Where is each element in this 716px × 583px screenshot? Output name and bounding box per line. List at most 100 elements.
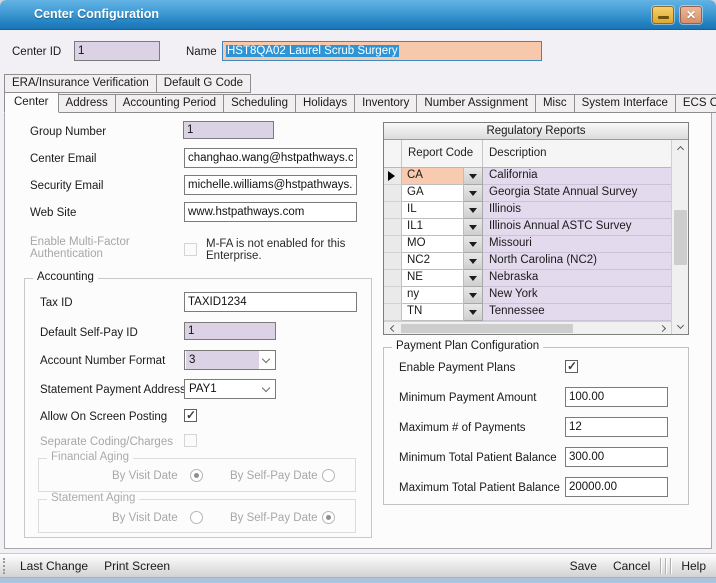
cancel-button[interactable]: Cancel [605, 559, 658, 573]
scroll-up-icon[interactable] [672, 140, 689, 155]
report-code-cell[interactable]: NE [402, 270, 464, 287]
tab-number-assignment[interactable]: Number Assignment [417, 94, 536, 113]
report-code-dropdown[interactable] [464, 236, 483, 253]
regulatory-report-row: CA California [384, 168, 671, 185]
tab-system-interface[interactable]: System Interface [575, 94, 676, 113]
default-self-pay-input[interactable] [184, 322, 276, 340]
description-cell[interactable]: Tennessee [483, 304, 671, 321]
mfa-checkbox [184, 243, 197, 256]
max-number-of-payments-input[interactable] [565, 417, 668, 437]
report-code-dropdown[interactable] [464, 304, 483, 321]
max-total-patient-balance-label: Maximum Total Patient Balance [399, 482, 560, 494]
web-site-input[interactable] [184, 202, 357, 222]
name-selected-text: HST8QA02 Laurel Scrub Surgery [226, 45, 399, 57]
description-cell[interactable]: Missouri [483, 236, 671, 253]
close-icon: ✕ [681, 8, 701, 22]
statement-aging-by-self-pay-radio [322, 511, 335, 524]
minimize-icon [658, 16, 669, 19]
help-button[interactable]: Help [673, 559, 716, 573]
toolbar-separator [660, 558, 661, 574]
window-bottom-border [0, 578, 716, 583]
close-button[interactable]: ✕ [680, 6, 702, 24]
dropdown-arrow-icon [469, 208, 477, 213]
report-code-dropdown[interactable] [464, 253, 483, 270]
account-number-format-select[interactable]: 3 [184, 350, 276, 370]
row-indicator [384, 270, 402, 287]
tab-scheduling[interactable]: Scheduling [224, 94, 296, 113]
tab-center[interactable]: Center [4, 92, 59, 113]
report-code-dropdown[interactable] [464, 287, 483, 304]
save-button[interactable]: Save [562, 559, 605, 573]
scroll-left-icon[interactable] [384, 322, 400, 335]
allow-on-screen-posting-label: Allow On Screen Posting [40, 411, 167, 423]
max-number-of-payments-label: Maximum # of Payments [399, 422, 526, 434]
minimize-button[interactable] [652, 6, 674, 24]
print-screen-button[interactable]: Print Screen [96, 559, 178, 573]
tab-row-primary: CenterAddressAccounting PeriodScheduling… [4, 92, 716, 113]
grid-horizontal-scrollbar[interactable] [384, 321, 671, 334]
description-cell[interactable]: Georgia State Annual Survey [483, 185, 671, 202]
description-cell[interactable]: North Carolina (NC2) [483, 253, 671, 270]
vertical-scroll-thumb[interactable] [674, 210, 687, 265]
report-code-cell[interactable]: ny [402, 287, 464, 304]
description-cell[interactable]: New York [483, 287, 671, 304]
center-configuration-window: Center Configuration ✕ Center ID Name HS… [0, 0, 716, 583]
min-total-patient-balance-input[interactable] [565, 447, 668, 467]
account-number-format-value: 3 [186, 351, 259, 369]
regulatory-report-row: NC2 North Carolina (NC2) [384, 253, 671, 270]
center-email-input[interactable] [184, 148, 357, 168]
report-code-cell[interactable]: NC2 [402, 253, 464, 270]
financial-aging-by-visit-label: By Visit Date [112, 470, 178, 482]
report-code-cell[interactable]: CA [402, 168, 464, 185]
scroll-right-icon[interactable] [655, 322, 671, 335]
statement-payment-address-label: Statement Payment Address [40, 384, 186, 396]
description-cell[interactable]: Nebraska [483, 270, 671, 287]
grid-vertical-scrollbar[interactable] [671, 140, 688, 334]
financial-aging-by-self-pay-label: By Self-Pay Date [230, 470, 318, 482]
statement-payment-address-select[interactable]: PAY1 [184, 379, 276, 399]
regulatory-report-row: ny New York [384, 287, 671, 304]
report-code-cell[interactable]: GA [402, 185, 464, 202]
mfa-label: Enable Multi-Factor Authentication [30, 236, 155, 260]
description-cell[interactable]: Illinois [483, 202, 671, 219]
regulatory-report-row: NE Nebraska [384, 270, 671, 287]
tab-address[interactable]: Address [59, 94, 116, 113]
tax-id-input[interactable] [184, 292, 357, 312]
report-code-dropdown[interactable] [464, 185, 483, 202]
separate-coding-label: Separate Coding/Charges [40, 436, 173, 448]
description-cell[interactable]: California [483, 168, 671, 185]
account-number-format-label: Account Number Format [40, 355, 165, 367]
max-total-patient-balance-input[interactable] [565, 477, 668, 497]
report-code-dropdown[interactable] [464, 202, 483, 219]
tab-misc[interactable]: Misc [536, 94, 575, 113]
tab-inventory[interactable]: Inventory [355, 94, 417, 113]
group-number-input[interactable] [183, 121, 274, 139]
name-input[interactable]: HST8QA02 Laurel Scrub Surgery [222, 41, 542, 61]
tab-ecs-claim[interactable]: ECS Claim [676, 94, 716, 113]
report-code-cell[interactable]: MO [402, 236, 464, 253]
min-payment-amount-input[interactable] [565, 387, 668, 407]
report-code-cell[interactable]: IL1 [402, 219, 464, 236]
enable-payment-plans-checkbox[interactable] [565, 360, 578, 373]
horizontal-scroll-thumb[interactable] [401, 324, 573, 333]
security-email-input[interactable] [184, 175, 357, 195]
dropdown-arrow-icon [469, 174, 477, 179]
report-code-cell[interactable]: IL [402, 202, 464, 219]
report-code-dropdown[interactable] [464, 168, 483, 185]
report-code-cell[interactable]: TN [402, 304, 464, 321]
tab-holidays[interactable]: Holidays [296, 94, 355, 113]
tab-accounting-period[interactable]: Accounting Period [116, 94, 224, 113]
min-total-patient-balance-label: Minimum Total Patient Balance [399, 452, 557, 464]
tax-id-label: Tax ID [40, 297, 73, 309]
last-change-button[interactable]: Last Change [12, 559, 96, 573]
financial-aging-title: Financial Aging [47, 451, 133, 463]
scroll-down-icon[interactable] [672, 319, 689, 334]
center-id-input[interactable] [74, 41, 160, 61]
allow-on-screen-posting-checkbox[interactable] [184, 409, 197, 422]
report-code-dropdown[interactable] [464, 270, 483, 287]
tab-era-insurance-verification[interactable]: ERA/Insurance Verification [4, 74, 157, 93]
description-cell[interactable]: Illinois Annual ASTC Survey [483, 219, 671, 236]
regulatory-reports-grid: Regulatory Reports Report Code Descripti… [383, 122, 689, 335]
report-code-dropdown[interactable] [464, 219, 483, 236]
tab-default-g-code[interactable]: Default G Code [157, 74, 251, 93]
